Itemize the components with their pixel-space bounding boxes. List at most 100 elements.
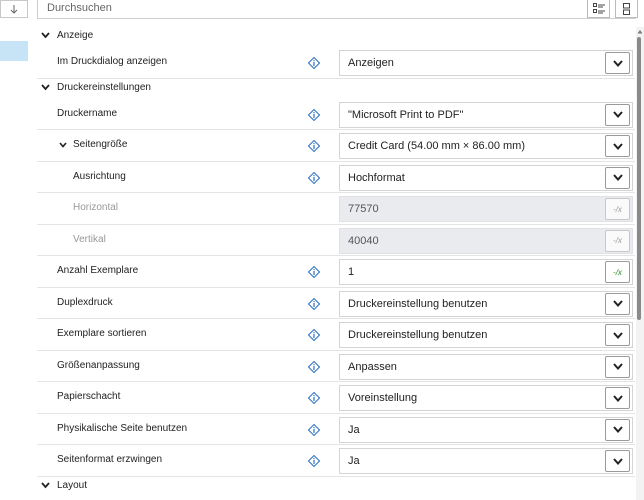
value-text: Ja <box>348 455 360 467</box>
property-grid: Anzeige Im Druckdialog anzeigen Anzeigen… <box>37 27 635 497</box>
section-layout[interactable]: Layout <box>37 476 635 497</box>
property-row: Duplexdruck Druckereinstellung benutzen <box>37 288 635 319</box>
info-icon[interactable] <box>308 360 320 373</box>
value-text: 77570 <box>348 203 379 215</box>
info-icon[interactable] <box>308 392 320 404</box>
property-value-readonly: 77570 -/x <box>339 196 633 222</box>
property-value-dropdown[interactable]: Druckereinstellung benutzen <box>339 322 633 348</box>
property-value-dropdown[interactable]: Ja <box>339 448 633 474</box>
section-label: Druckereinstellungen <box>57 81 151 93</box>
property-label: Duplexdruck <box>57 296 113 308</box>
move-down-button[interactable] <box>0 0 28 18</box>
property-label: Ausrichtung <box>73 170 126 182</box>
property-value-input[interactable]: 1 -/x <box>339 259 633 285</box>
arrow-down-icon <box>10 5 18 14</box>
value-text: Voreinstellung <box>348 392 418 404</box>
value-text: Druckereinstellung benutzen <box>348 297 488 310</box>
list-view-icon <box>592 3 605 14</box>
chevron-down-icon <box>612 457 623 465</box>
chevron-down-icon <box>612 363 623 370</box>
property-row: Vertikal 40040 -/x <box>37 225 635 256</box>
property-label: Druckername <box>57 107 118 119</box>
section-label: Layout <box>57 479 88 491</box>
info-icon[interactable] <box>308 108 320 121</box>
property-label: Exemplare sortieren <box>57 328 147 339</box>
property-value-dropdown[interactable]: Anpassen <box>339 353 633 380</box>
property-row: Im Druckdialog anzeigen Anzeigen <box>37 47 635 79</box>
property-row: Papierschacht Voreinstellung <box>37 382 635 414</box>
property-value-dropdown[interactable]: Druckereinstellung benutzen <box>339 290 633 317</box>
chevron-down-icon <box>41 83 50 90</box>
property-value-dropdown[interactable]: Hochformat <box>339 164 633 191</box>
property-row: Seitenformat erzwingen Ja <box>37 445 635 477</box>
chevron-down-icon <box>612 300 623 307</box>
section-label: Anzeige <box>57 30 94 41</box>
chevron-down-icon <box>612 394 623 402</box>
chevron-down-icon[interactable] <box>59 142 67 148</box>
info-icon[interactable] <box>308 140 320 152</box>
formula-button[interactable]: -/x <box>605 261 630 283</box>
property-row: Horizontal 77570 -/x <box>37 193 635 225</box>
info-icon[interactable] <box>308 297 320 310</box>
value-text: Anpassen <box>348 360 397 373</box>
section-druckereinstellungen[interactable]: Druckereinstellungen <box>37 78 635 99</box>
info-icon[interactable] <box>308 171 320 184</box>
property-row: Größenanpassung Anpassen <box>37 351 635 382</box>
formula-icon: -/x <box>613 204 622 214</box>
left-panel <box>0 0 28 500</box>
dropdown-button[interactable] <box>605 52 630 74</box>
dropdown-button[interactable] <box>605 166 630 189</box>
chevron-down-icon <box>612 174 623 181</box>
search-bar: Durchsuchen <box>37 0 638 19</box>
search-input[interactable]: Durchsuchen <box>47 0 112 16</box>
scroll-up-arrow-icon[interactable] <box>636 27 644 35</box>
vertical-scrollbar[interactable] <box>636 27 644 500</box>
chevron-down-icon <box>612 59 623 67</box>
selected-list-item[interactable] <box>0 41 28 61</box>
scrollbar-thumb[interactable] <box>637 37 641 320</box>
info-icon[interactable] <box>308 455 320 467</box>
value-text: Hochformat <box>348 171 405 184</box>
dropdown-button[interactable] <box>605 450 630 472</box>
dropdown-button[interactable] <box>605 292 630 315</box>
dropdown-button[interactable] <box>605 355 630 378</box>
property-label: Papierschacht <box>57 391 121 402</box>
property-label: Physikalische Seite benutzen <box>57 422 188 434</box>
section-anzeige[interactable]: Anzeige <box>37 27 635 47</box>
list-view-button[interactable] <box>587 0 610 18</box>
value-text: Ja <box>348 423 360 436</box>
info-icon[interactable] <box>308 423 320 436</box>
property-value-dropdown[interactable]: Ja <box>339 416 633 443</box>
property-value-readonly: 40040 -/x <box>339 227 633 254</box>
property-row: Seitengröße Credit Card (54.00 mm × 86.0… <box>37 130 635 162</box>
property-value-dropdown[interactable]: Anzeigen <box>339 50 633 76</box>
chevron-down-icon <box>612 331 623 339</box>
property-value-dropdown[interactable]: Voreinstellung <box>339 385 633 411</box>
property-label: Seitenformat erzwingen <box>57 454 163 465</box>
property-value-dropdown[interactable]: Credit Card (54.00 mm × 86.00 mm) <box>339 133 633 159</box>
dropdown-button[interactable] <box>605 324 630 346</box>
chevron-down-icon <box>612 142 623 150</box>
dropdown-button[interactable] <box>605 103 630 126</box>
detail-view-button[interactable] <box>615 0 638 18</box>
property-label: Vertikal <box>73 233 106 245</box>
dropdown-button[interactable] <box>605 418 630 441</box>
info-icon[interactable] <box>308 57 320 69</box>
property-row: Physikalische Seite benutzen Ja <box>37 414 635 445</box>
property-row: Exemplare sortieren Druckereinstellung b… <box>37 319 635 351</box>
property-label: Anzahl Exemplare <box>57 265 139 276</box>
chevron-down-icon <box>41 481 50 488</box>
property-value-dropdown[interactable]: "Microsoft Print to PDF" <box>339 101 633 128</box>
info-icon[interactable] <box>308 329 320 341</box>
info-icon[interactable] <box>308 266 320 278</box>
property-label: Seitengröße <box>73 139 128 150</box>
chevron-down-icon <box>612 426 623 433</box>
property-row: Anzahl Exemplare 1 -/x <box>37 256 635 288</box>
value-text: 1 <box>348 266 355 278</box>
value-text: Anzeigen <box>348 57 394 69</box>
formula-icon: -/x <box>613 236 622 245</box>
print-settings-panel: Durchsuchen Anzeige Im Druckdialog anzei… <box>0 0 644 500</box>
dropdown-button[interactable] <box>605 135 630 157</box>
value-text: 40040 <box>348 234 379 247</box>
dropdown-button[interactable] <box>605 387 630 409</box>
